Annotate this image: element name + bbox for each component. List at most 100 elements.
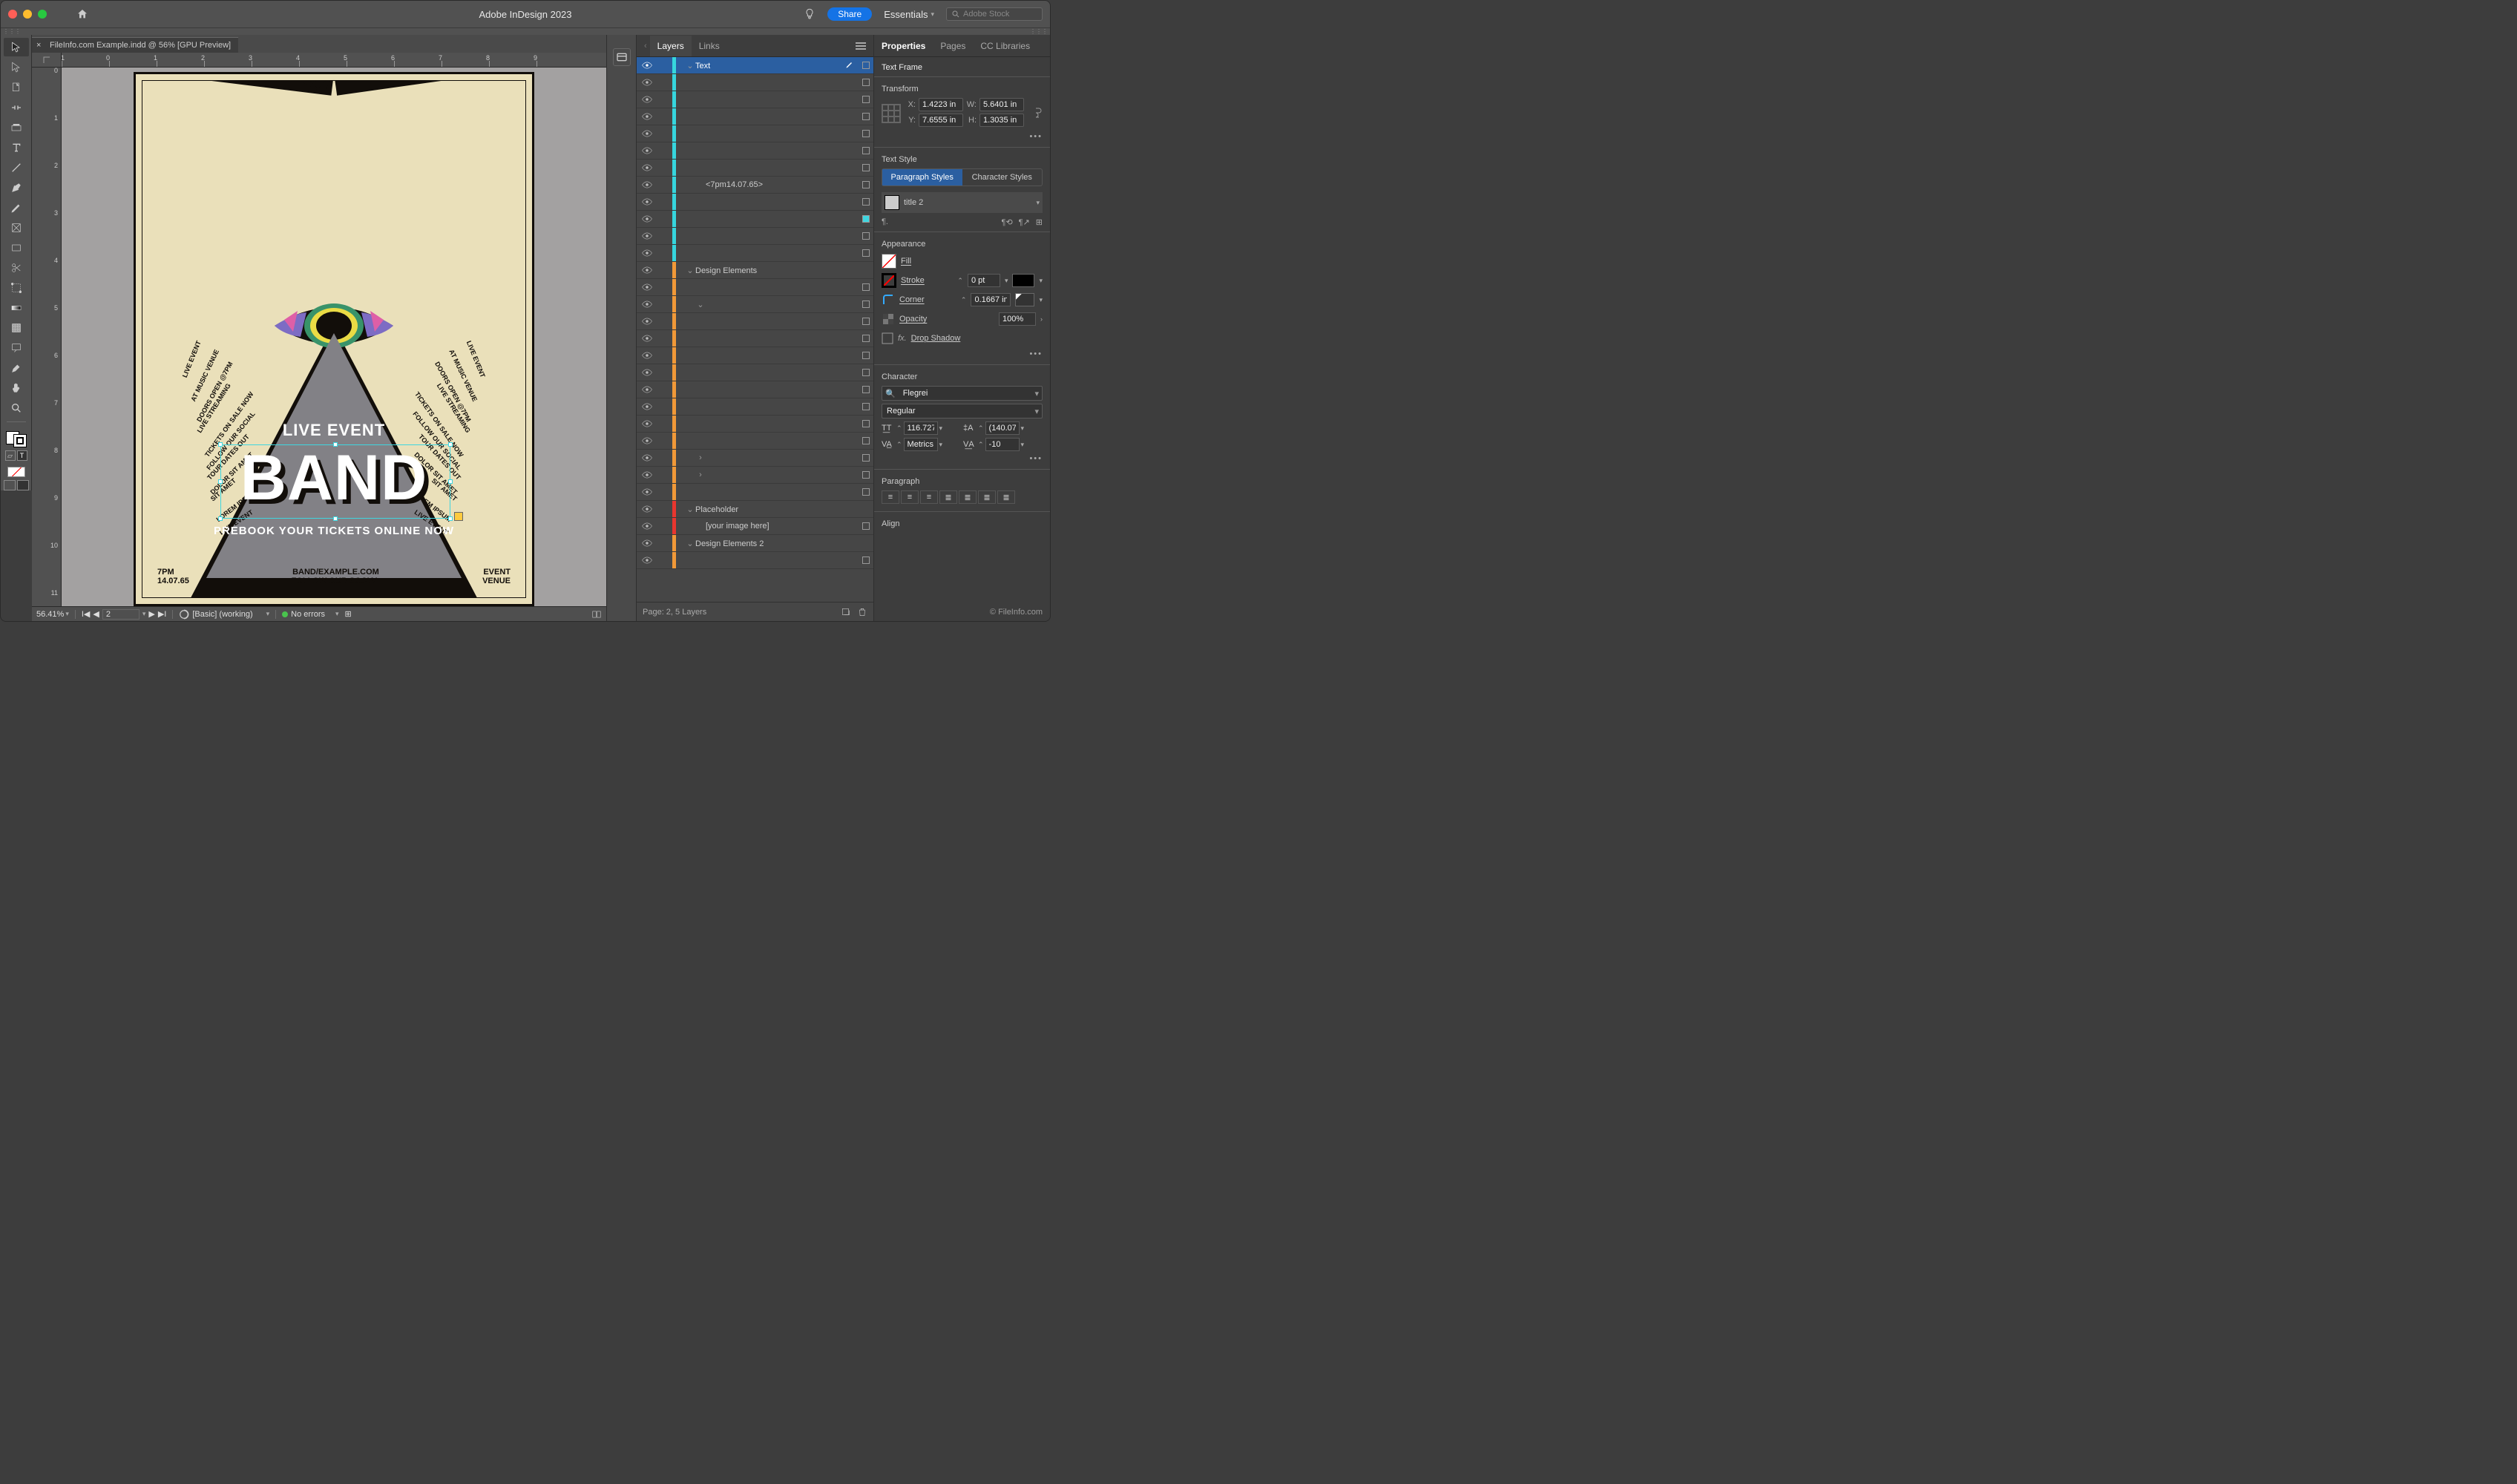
text-icon[interactable]: T [17,450,27,461]
visibility-icon[interactable] [642,556,652,564]
ruler-origin[interactable] [32,53,62,68]
visibility-icon[interactable] [642,539,652,547]
close-window[interactable] [8,10,17,19]
transform-w[interactable] [979,98,1024,111]
zoom-tool[interactable] [4,398,29,417]
container-icon[interactable]: ▱ [5,450,16,461]
align-right-icon[interactable]: ≡ [920,490,938,504]
next-page-icon[interactable]: ▶ [148,609,154,619]
rectangle-tool[interactable] [4,238,29,257]
tab-cc-libraries[interactable]: CC Libraries [973,35,1037,57]
leading[interactable] [985,421,1020,435]
fill-swatch[interactable] [882,254,896,269]
layer-row[interactable] [637,398,873,416]
visibility-icon[interactable] [642,420,652,427]
reference-point[interactable] [882,104,901,123]
prev-page-icon[interactable]: ◀ [93,609,99,619]
layer-row[interactable] [637,347,873,364]
layer-row[interactable]: ⌄Design Elements 2 [637,535,873,552]
visibility-icon[interactable] [642,352,652,359]
line-tool[interactable] [4,158,29,177]
screen-mode-preview-icon[interactable] [17,480,29,490]
visibility-icon[interactable] [642,62,652,69]
transform-x[interactable] [919,98,963,111]
constrain-proportions-icon[interactable] [1032,105,1043,122]
layer-row[interactable] [637,552,873,569]
layer-row[interactable] [637,108,873,125]
layer-row[interactable] [637,228,873,245]
share-button[interactable]: Share [827,7,872,21]
clear-override-icon[interactable]: ¶⟲ [1002,217,1013,227]
visibility-icon[interactable] [642,301,652,308]
tab-pages[interactable]: Pages [933,35,973,57]
edit-icon[interactable] [845,60,854,69]
adobe-stock-search[interactable]: Adobe Stock [946,7,1043,21]
visibility-icon[interactable] [642,164,652,171]
new-style-icon[interactable]: ⊞ [1036,217,1043,227]
layer-row[interactable] [637,330,873,347]
tracking[interactable] [985,438,1020,451]
visibility-icon[interactable] [642,198,652,206]
selection-tool[interactable] [4,38,29,56]
layer-row[interactable]: › [637,450,873,467]
font-family[interactable]: 🔍 ▾ [882,386,1043,401]
layer-row[interactable] [637,74,873,91]
visibility-icon[interactable] [642,130,652,137]
tab-links[interactable]: Links [692,36,727,56]
layer-row[interactable]: ⌄ [637,296,873,313]
kerning[interactable] [904,438,938,451]
fx-icon[interactable]: fx. [898,334,907,343]
visibility-icon[interactable] [642,386,652,393]
tab-layers[interactable]: Layers [650,36,692,56]
layer-row[interactable]: <7pm14.07.65> [637,177,873,194]
cc-libraries-dock-icon[interactable] [613,48,631,66]
layer-row[interactable]: ⌄Text [637,57,873,74]
free-transform-tool[interactable] [4,278,29,297]
more-options-icon[interactable]: ••• [882,454,1043,463]
stroke-swatch[interactable] [882,273,896,288]
note-tool[interactable] [4,338,29,357]
panel-menu-icon[interactable] [856,42,866,50]
visibility-icon[interactable] [642,79,652,86]
justify-center-icon[interactable]: ≣ [959,490,977,504]
visibility-icon[interactable] [642,454,652,462]
layer-row[interactable] [637,125,873,142]
first-page-icon[interactable]: I◀ [82,609,91,619]
layer-row[interactable] [637,433,873,450]
align-center-icon[interactable]: ≡ [901,490,919,504]
layer-row[interactable] [637,279,873,296]
split-view-icon[interactable] [591,609,602,620]
document-tab[interactable]: × FileInfo.com Example.indd @ 56% [GPU P… [32,37,238,53]
layer-row[interactable] [637,245,873,262]
maximize-window[interactable] [38,10,47,19]
transform-h[interactable] [979,114,1024,127]
justify-right-icon[interactable]: ≣ [978,490,996,504]
fx-target-icon[interactable] [882,332,893,344]
whats-new-icon[interactable] [804,8,816,20]
vertical-ruler[interactable]: 01234567891011 [32,68,62,606]
visibility-icon[interactable] [642,113,652,120]
style-type-tabs[interactable]: Paragraph Styles Character Styles [882,168,1043,186]
visibility-icon[interactable] [642,181,652,188]
opacity-value[interactable] [999,312,1036,326]
fill-stroke-swatch[interactable] [6,431,27,447]
tab-properties[interactable]: Properties [874,35,933,57]
layer-row[interactable] [637,194,873,211]
layer-row[interactable] [637,381,873,398]
layer-row[interactable] [637,142,873,160]
layer-row[interactable]: › [637,467,873,484]
pencil-tool[interactable] [4,198,29,217]
visibility-icon[interactable] [642,283,652,291]
stroke-weight[interactable] [968,274,1000,287]
layer-row[interactable] [637,313,873,330]
paragraph-styles-tab[interactable]: Paragraph Styles [882,169,962,186]
visibility-icon[interactable] [642,318,652,325]
character-styles-tab[interactable]: Character Styles [962,169,1043,186]
justify-left-icon[interactable]: ≣ [939,490,957,504]
canvas[interactable]: LIVE EVENT BAND PREBOOK YOUR TICKETS ONL… [62,68,606,606]
pen-tool[interactable] [4,178,29,197]
layer-row[interactable] [637,416,873,433]
font-weight[interactable]: ▾ [882,404,1043,418]
page-tool[interactable] [4,78,29,96]
justify-all-icon[interactable]: ≣ [997,490,1015,504]
